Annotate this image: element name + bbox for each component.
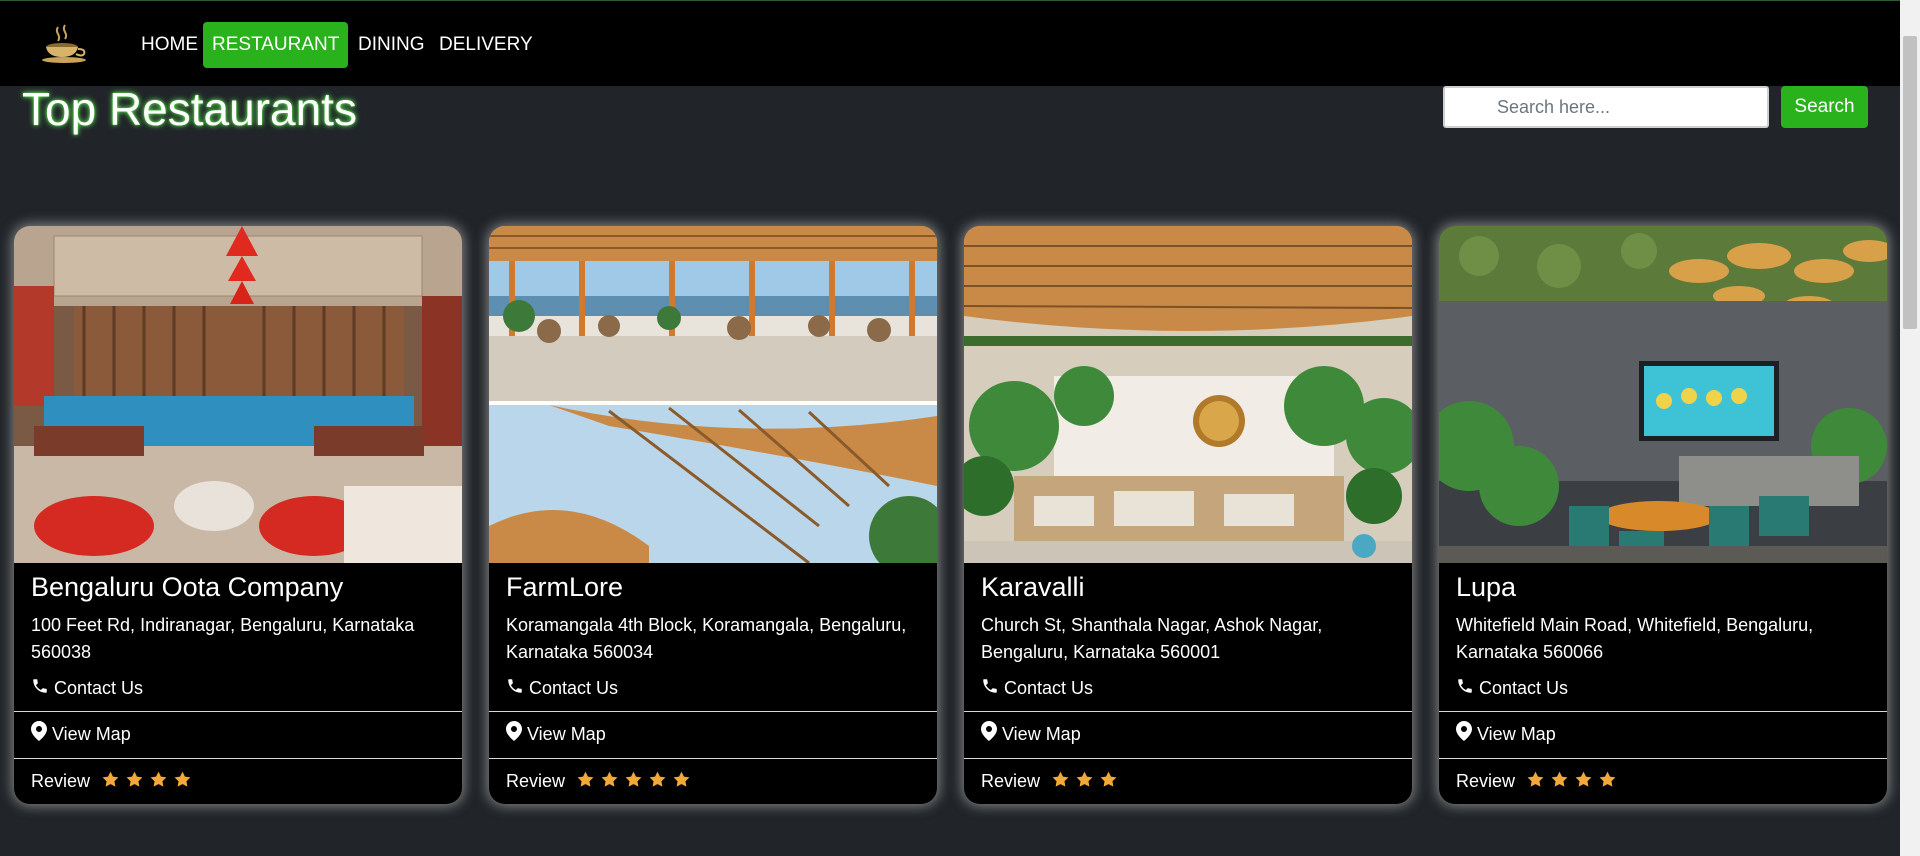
- star-icon: [648, 760, 667, 804]
- nav-dining[interactable]: DINING: [358, 22, 425, 68]
- restaurant-address: Koramangala 4th Block, Koramangala, Beng…: [506, 615, 907, 662]
- phone-icon: [981, 666, 999, 712]
- view-map-label: View Map: [1477, 724, 1556, 744]
- star-icon: [1574, 760, 1593, 804]
- search-button[interactable]: Search: [1781, 86, 1868, 128]
- restaurant-card: Lupa Whitefield Main Road, Whitefield, B…: [1439, 226, 1887, 804]
- restaurant-address: 100 Feet Rd, Indiranagar, Bengaluru, Kar…: [31, 615, 415, 662]
- location-pin-icon: [506, 712, 522, 758]
- view-map-link[interactable]: View Map: [1439, 711, 1887, 757]
- star-icon: [576, 760, 595, 804]
- contact-us-link[interactable]: Contact Us: [14, 665, 462, 711]
- star-rating: [101, 759, 197, 804]
- restaurant-card: Karavalli Church St, Shanthala Nagar, As…: [964, 226, 1412, 804]
- restaurant-card: Bengaluru Oota Company 100 Feet Rd, Indi…: [14, 226, 462, 804]
- contact-us-link[interactable]: Contact Us: [489, 665, 937, 711]
- contact-us-link[interactable]: Contact Us: [1439, 665, 1887, 711]
- phone-icon: [31, 666, 49, 712]
- terrace-bamboo-roof-photo: [489, 226, 937, 563]
- review-row: Review: [14, 758, 462, 804]
- review-label: Review: [1456, 771, 1516, 791]
- star-icon: [624, 760, 643, 804]
- contact-us-label: Contact Us: [54, 678, 144, 698]
- star-icon: [600, 760, 619, 804]
- phone-icon: [1456, 666, 1474, 712]
- restaurant-card: FarmLore Koramangala 4th Block, Koramang…: [489, 226, 937, 804]
- contact-us-label: Contact Us: [1479, 678, 1569, 698]
- contact-us-label: Contact Us: [529, 678, 619, 698]
- view-map-label: View Map: [527, 724, 606, 744]
- star-icon: [1598, 760, 1617, 804]
- location-pin-icon: [31, 712, 47, 758]
- restaurant-address: Church St, Shanthala Nagar, Ashok Nagar,…: [981, 615, 1323, 662]
- nav-restaurant[interactable]: RESTAURANT: [203, 22, 349, 68]
- page-scrollbar[interactable]: [1900, 0, 1920, 856]
- contact-us-link[interactable]: Contact Us: [964, 665, 1412, 711]
- review-label: Review: [981, 771, 1041, 791]
- star-icon: [125, 760, 144, 804]
- review-row: Review: [1439, 758, 1887, 804]
- view-map-link[interactable]: View Map: [964, 711, 1412, 757]
- coffee-cup-logo-icon[interactable]: [38, 23, 92, 65]
- star-icon: [173, 760, 192, 804]
- view-map-label: View Map: [1002, 724, 1081, 744]
- phone-icon: [506, 666, 524, 712]
- star-icon: [1051, 760, 1070, 804]
- review-label: Review: [31, 771, 91, 791]
- view-map-link[interactable]: View Map: [14, 711, 462, 757]
- star-icon: [672, 760, 691, 804]
- restaurant-name: Karavalli: [981, 572, 1085, 602]
- star-icon: [1550, 760, 1569, 804]
- location-pin-icon: [1456, 712, 1472, 758]
- star-icon: [149, 760, 168, 804]
- restaurant-name: Lupa: [1456, 572, 1517, 602]
- location-pin-icon: [981, 712, 997, 758]
- restaurant-address: Whitefield Main Road, Whitefield, Bengal…: [1456, 615, 1814, 662]
- star-icon: [1526, 760, 1545, 804]
- nav-delivery[interactable]: DELIVERY: [439, 22, 533, 68]
- star-icon: [1075, 760, 1094, 804]
- page-title: Top Restaurants: [22, 83, 357, 135]
- review-row: Review: [964, 758, 1412, 804]
- star-icon: [101, 760, 120, 804]
- restaurant-name: Bengaluru Oota Company: [31, 572, 344, 602]
- view-map-label: View Map: [52, 724, 131, 744]
- scrollbar-thumb[interactable]: [1903, 36, 1917, 329]
- restaurant-name: FarmLore: [506, 572, 624, 602]
- contact-us-label: Contact Us: [1004, 678, 1094, 698]
- rooftop-dining-screen-photo: [1439, 226, 1887, 563]
- nav-home[interactable]: HOME: [141, 22, 198, 68]
- star-rating: [1051, 759, 1123, 804]
- search-input[interactable]: [1443, 86, 1769, 128]
- review-label: Review: [506, 771, 566, 791]
- garden-lounge-photo: [964, 226, 1412, 563]
- star-icon: [1099, 760, 1118, 804]
- review-row: Review: [489, 758, 937, 804]
- navbar: HOME RESTAURANT DINING DELIVERY: [0, 0, 1900, 86]
- star-rating: [1526, 759, 1622, 804]
- restaurant-interior-red-blue-photo: [14, 226, 462, 563]
- star-rating: [576, 759, 696, 804]
- view-map-link[interactable]: View Map: [489, 711, 937, 757]
